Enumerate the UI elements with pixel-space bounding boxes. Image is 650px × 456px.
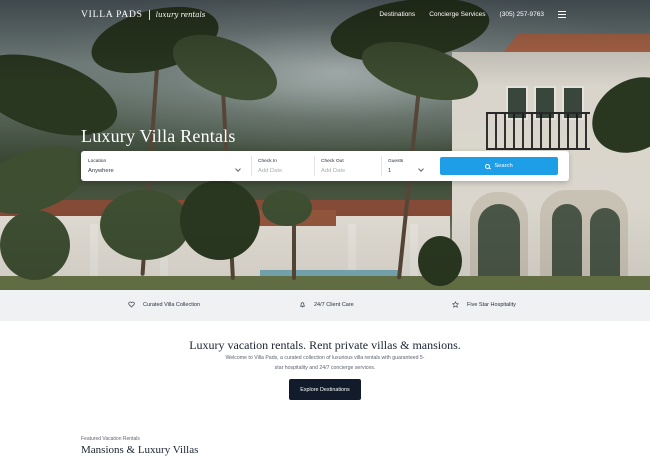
brand-logo[interactable]: VILLA PADS luxury rentals xyxy=(81,10,205,20)
intro-text: Welcome to Villa Pads, a curated collect… xyxy=(225,355,425,371)
hamburger-icon[interactable] xyxy=(558,11,566,18)
search-button[interactable]: Search xyxy=(440,157,558,175)
check-in-field[interactable]: Check In Add Date xyxy=(251,151,314,181)
location-value: Anywhere xyxy=(88,167,114,174)
search-button-label: Search xyxy=(494,163,513,169)
feature-client-care: 24/7 Client Care xyxy=(299,301,354,308)
feature-label: Five Star Hospitality xyxy=(467,301,516,308)
heart-icon xyxy=(128,301,135,308)
check-in-label: Check In xyxy=(258,159,277,164)
features-strip: Curated Villa Collection 24/7 Client Car… xyxy=(0,290,650,321)
guests-value: 1 xyxy=(388,167,392,174)
feature-curated: Curated Villa Collection xyxy=(128,301,200,308)
explore-destinations-button[interactable]: Explore Destinations xyxy=(289,379,361,400)
nav-link-destinations[interactable]: Destinations xyxy=(379,11,415,18)
search-icon xyxy=(485,163,491,169)
nav-link-concierge[interactable]: Concierge Services xyxy=(429,11,485,18)
check-out-label: Check Out xyxy=(321,159,344,164)
location-select[interactable]: Location Anywhere xyxy=(81,151,251,181)
search-bar: Location Anywhere Check In Add Date Chec… xyxy=(81,151,569,181)
feature-label: 24/7 Client Care xyxy=(314,301,354,308)
logo-divider xyxy=(148,10,150,20)
nav-links: Destinations Concierge Services (305) 25… xyxy=(379,11,566,18)
bell-icon xyxy=(299,302,306,308)
top-nav: VILLA PADS luxury rentals Destinations C… xyxy=(0,0,650,32)
location-label: Location xyxy=(88,159,107,164)
brand-name: VILLA PADS xyxy=(81,10,143,20)
check-in-placeholder: Add Date xyxy=(258,167,283,174)
hero-title: Luxury Villa Rentals xyxy=(81,126,236,146)
feature-hospitality: Five Star Hospitality xyxy=(452,301,516,308)
feature-label: Curated Villa Collection xyxy=(143,301,201,308)
chevron-down-icon xyxy=(418,166,424,172)
check-out-placeholder: Add Date xyxy=(321,167,346,174)
brand-tagline: luxury rentals xyxy=(155,11,206,19)
check-out-field[interactable]: Check Out Add Date xyxy=(314,151,381,181)
guests-label: Guests xyxy=(388,159,404,164)
intro-title: Luxury vacation rentals. Rent private vi… xyxy=(189,338,461,352)
featured-eyebrow: Featured Vacation Rentals xyxy=(81,436,140,442)
nav-phone[interactable]: (305) 257-9763 xyxy=(500,11,544,18)
star-icon xyxy=(452,301,459,308)
guests-select[interactable]: Guests 1 xyxy=(381,151,433,181)
chevron-down-icon xyxy=(235,166,241,172)
featured-heading: Mansions & Luxury Villas xyxy=(81,444,199,456)
